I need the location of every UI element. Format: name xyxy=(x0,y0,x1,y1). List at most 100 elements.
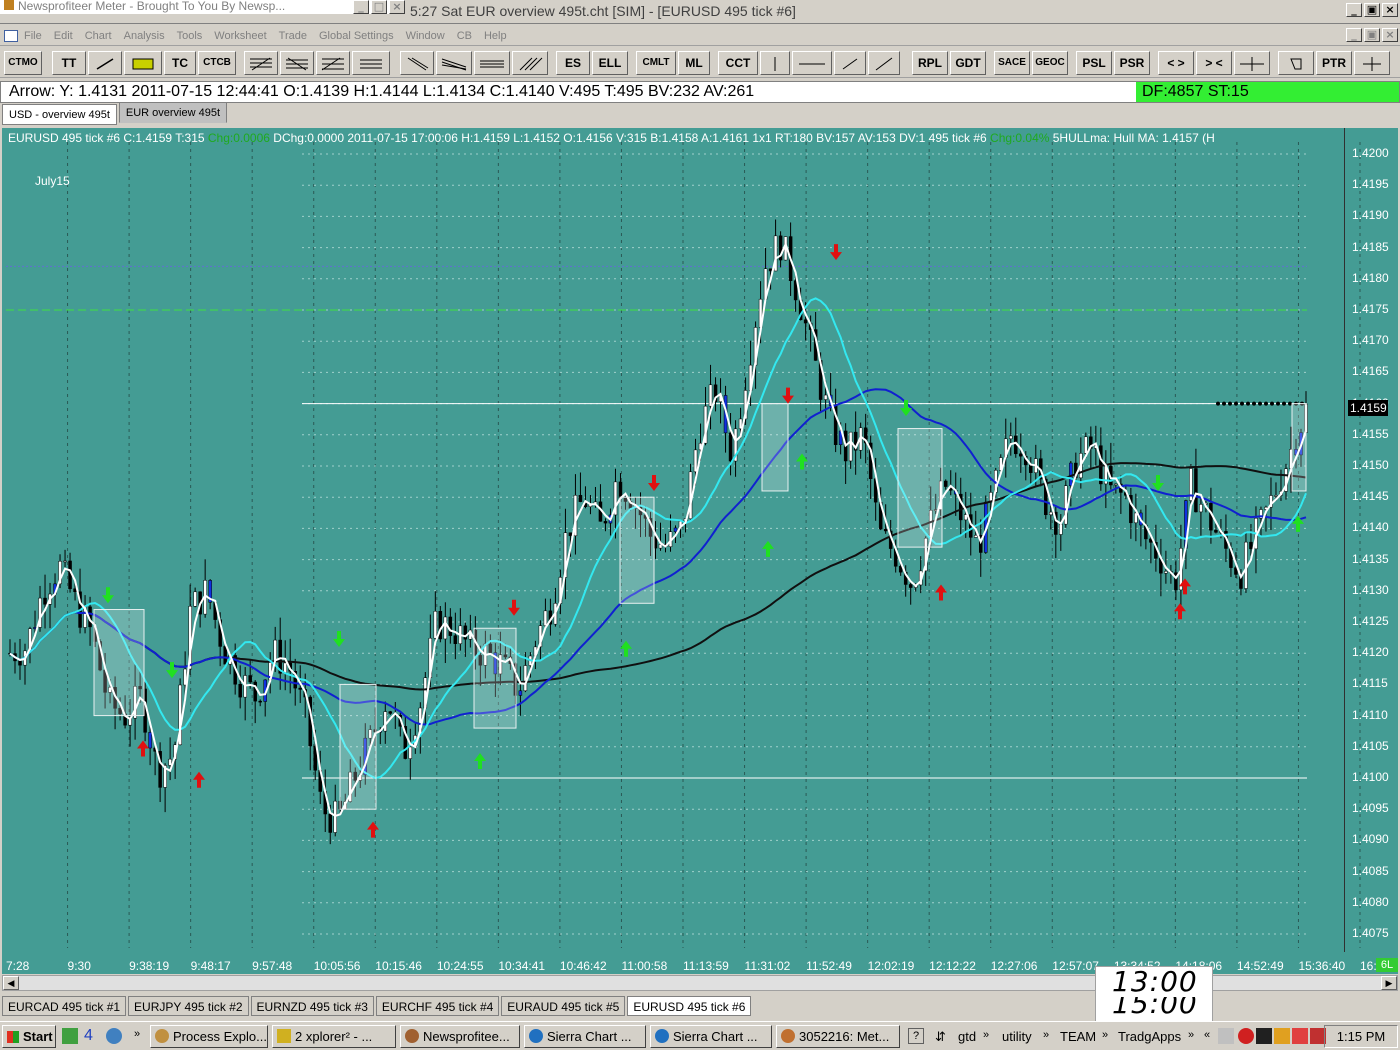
tray-app-icon[interactable] xyxy=(1218,1028,1234,1044)
task-sierra-chart-2[interactable]: Sierra Chart ... xyxy=(650,1025,772,1048)
close-button[interactable]: × xyxy=(1382,28,1398,42)
task-sierra-chart-1[interactable]: Sierra Chart ... xyxy=(524,1025,646,1048)
tt-button[interactable]: TT xyxy=(52,51,86,75)
chart-canvas[interactable] xyxy=(2,128,1398,974)
cct-button[interactable]: CCT xyxy=(718,51,758,75)
newsprofiteer-window-title[interactable]: Newsprofiteer Meter - Brought To You By … xyxy=(0,0,405,14)
scroll-right-icon[interactable]: ▶ xyxy=(1381,976,1397,990)
scroll-left-icon[interactable]: ◀ xyxy=(3,976,19,990)
task-xplorer[interactable]: 2 xplorer² - ... xyxy=(272,1025,396,1048)
chevron-icon[interactable]: » xyxy=(983,1029,989,1041)
pointer-icon[interactable] xyxy=(1278,51,1314,75)
tab-eur-overview[interactable]: EUR overview 495t xyxy=(118,102,228,123)
tray-tradgapps[interactable]: TradgApps xyxy=(1118,1029,1181,1044)
close-button[interactable]: × xyxy=(1382,3,1398,17)
quicklaunch-num[interactable]: 4 xyxy=(84,1028,100,1044)
pitchfork-icon[interactable] xyxy=(436,51,472,75)
horizontal-channel-icon[interactable] xyxy=(474,51,510,75)
menu-window[interactable]: Window xyxy=(406,30,445,42)
menu-analysis[interactable]: Analysis xyxy=(124,30,165,42)
gdt-button[interactable]: GDT xyxy=(950,51,986,75)
cursor-cross-icon[interactable] xyxy=(1354,51,1390,75)
line-tool-icon[interactable] xyxy=(88,51,122,75)
tray-team[interactable]: TEAM xyxy=(1060,1029,1096,1044)
ml-button[interactable]: ML xyxy=(678,51,710,75)
cmlt-button[interactable]: CMLT xyxy=(636,51,676,75)
task-newsprofiteer[interactable]: Newsprofitee... xyxy=(400,1025,520,1048)
restore-button[interactable]: ▣ xyxy=(1364,3,1380,17)
tab-eurcad[interactable]: EURCAD 495 tick #1 xyxy=(2,996,127,1016)
system-clock[interactable]: 1:15 PM xyxy=(1324,1025,1398,1048)
restore-button[interactable]: ▣ xyxy=(1364,28,1380,42)
minimize-button[interactable]: _ xyxy=(1346,3,1362,17)
network-icon[interactable] xyxy=(1274,1028,1290,1044)
menu-edit[interactable]: Edit xyxy=(54,30,73,42)
compress-button[interactable]: > < xyxy=(1196,51,1232,75)
fib-extension-icon[interactable] xyxy=(280,51,314,75)
chevron-icon[interactable]: » xyxy=(134,1028,150,1044)
desktop-icon[interactable] xyxy=(62,1028,78,1044)
fib-fan-icon[interactable] xyxy=(316,51,350,75)
psr-button[interactable]: PSR xyxy=(1114,51,1150,75)
ptr-button[interactable]: PTR xyxy=(1316,51,1352,75)
browser-icon[interactable] xyxy=(106,1028,122,1044)
fib-retracement-icon[interactable] xyxy=(244,51,278,75)
opera-icon[interactable] xyxy=(1238,1028,1254,1044)
price-chart[interactable]: EURUSD 495 tick #6 C:1.4159 T:315 Chg:0.… xyxy=(2,128,1398,974)
geoc-button[interactable]: GEOC xyxy=(1032,51,1068,75)
menu-trade[interactable]: Trade xyxy=(279,30,307,42)
expand-button[interactable]: < > xyxy=(1158,51,1194,75)
ctmo-button[interactable]: CTMO xyxy=(4,51,42,75)
terminal-icon[interactable] xyxy=(1256,1028,1272,1044)
close-button[interactable]: × xyxy=(389,0,405,14)
rpl-button[interactable]: RPL xyxy=(912,51,948,75)
tab-euraud[interactable]: EURAUD 495 tick #5 xyxy=(501,996,626,1016)
task-process-explorer[interactable]: Process Explo... xyxy=(150,1025,268,1048)
tab-eurjpy[interactable]: EURJPY 495 tick #2 xyxy=(128,996,249,1016)
es-button[interactable]: ES xyxy=(556,51,590,75)
tab-eurusd[interactable]: EURUSD 495 tick #6 xyxy=(627,996,752,1016)
menu-tools[interactable]: Tools xyxy=(177,30,203,42)
parallel-lines-icon[interactable] xyxy=(512,51,548,75)
antivirus-icon[interactable] xyxy=(1292,1028,1308,1044)
menu-global-settings[interactable]: Global Settings xyxy=(319,30,394,42)
ctcb-button[interactable]: CTCB xyxy=(198,51,236,75)
fib-time-icon[interactable] xyxy=(352,51,390,75)
psl-button[interactable]: PSL xyxy=(1076,51,1112,75)
menu-chart[interactable]: Chart xyxy=(85,30,112,42)
chevron-icon[interactable]: » xyxy=(1102,1029,1108,1041)
price-scale-divider xyxy=(1344,128,1345,952)
crosshair-icon[interactable] xyxy=(1234,51,1270,75)
task-metatrader[interactable]: 3052216: Met... xyxy=(776,1025,900,1048)
rectangle-tool-icon[interactable] xyxy=(124,51,162,75)
tray-arrow-icon[interactable]: ⇵ xyxy=(935,1029,946,1045)
tab-eurnzd[interactable]: EURNZD 495 tick #3 xyxy=(250,996,374,1016)
chart-icon[interactable] xyxy=(4,29,18,42)
ray-icon[interactable] xyxy=(834,51,866,75)
restore-button[interactable]: □ xyxy=(371,0,387,14)
menu-help[interactable]: Help xyxy=(484,30,507,42)
extended-line-icon[interactable] xyxy=(868,51,900,75)
tc-button[interactable]: TC xyxy=(164,51,196,75)
menu-worksheet[interactable]: Worksheet xyxy=(214,30,266,42)
minimize-button[interactable]: _ xyxy=(1346,28,1362,42)
chevron-icon[interactable]: » xyxy=(1188,1029,1194,1041)
tray-utility[interactable]: utility xyxy=(1002,1029,1032,1044)
menu-file[interactable]: File xyxy=(24,30,42,42)
ell-button[interactable]: ELL xyxy=(592,51,628,75)
sace-button[interactable]: SACE xyxy=(994,51,1030,75)
vertical-line-icon[interactable] xyxy=(760,51,790,75)
scale-badge[interactable]: 6L xyxy=(1376,958,1398,972)
tab-usd-overview[interactable]: USD - overview 495t xyxy=(2,104,117,125)
minimize-button[interactable]: _ xyxy=(353,0,369,14)
help-icon[interactable]: ? xyxy=(908,1028,924,1044)
chevron-icon[interactable]: » xyxy=(1043,1029,1049,1041)
channel-icon[interactable] xyxy=(400,51,434,75)
start-button[interactable]: Start xyxy=(2,1025,56,1048)
tray-gtd[interactable]: gtd xyxy=(958,1029,976,1044)
tab-eurchf[interactable]: EURCHF 495 tick #4 xyxy=(375,996,500,1016)
menu-cb[interactable]: CB xyxy=(457,30,472,42)
tray-expand-icon[interactable]: « xyxy=(1204,1029,1210,1041)
price-tick-label: 1.4095 xyxy=(1352,801,1389,816)
horizontal-line-icon[interactable] xyxy=(792,51,832,75)
